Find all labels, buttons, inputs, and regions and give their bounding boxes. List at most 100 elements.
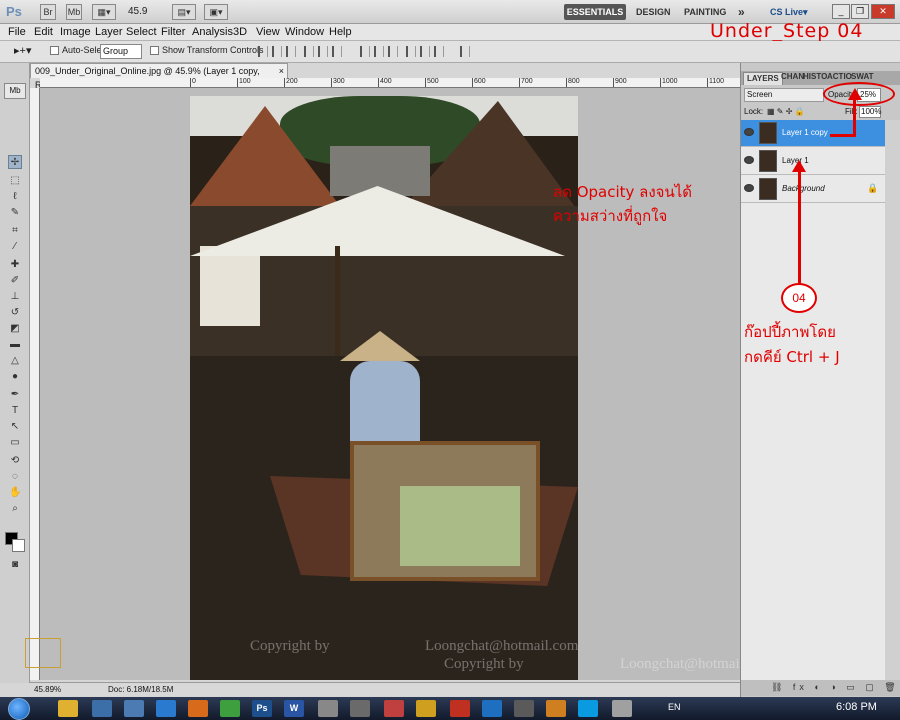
menu-select[interactable]: Select [126,26,157,38]
shape-tool-icon[interactable]: ▭ [8,435,22,449]
arrange-documents-icon[interactable]: ▤▾ [172,4,196,20]
quick-mask-icon[interactable]: ◙ [8,557,22,571]
mini-bridge-button[interactable]: Mb [66,4,82,20]
history-brush-tool-icon[interactable]: ↺ [8,305,22,319]
menu-help[interactable]: Help [329,26,352,38]
restore-icon[interactable]: ❐ [851,4,869,19]
app7-taskbar-icon[interactable] [482,700,502,717]
pen-tool-icon[interactable]: ✒ [8,387,22,401]
move-tool-icon[interactable]: ✢ [8,155,22,169]
menu-filter[interactable]: Filter [161,26,185,38]
clone-stamp-tool-icon[interactable]: ⊥ [8,289,22,303]
tab-swatches[interactable]: SWAT [851,72,874,81]
blur-tool-icon[interactable]: △ [8,353,22,367]
blend-mode-dropdown[interactable]: Screen [744,88,824,102]
brush-tool-icon[interactable]: ✐ [8,273,22,287]
marquee-tool-icon[interactable]: ⬚ [8,173,22,187]
fill-input[interactable]: 100% [859,106,881,118]
start-button[interactable] [8,698,30,720]
layer-list-scrollbar[interactable] [885,120,900,680]
layer-row-background[interactable]: Background 🔒 [741,176,885,203]
app4-taskbar-icon[interactable] [384,700,404,717]
minimize-icon[interactable]: _ [832,4,850,19]
mini-bridge-dock-icon[interactable]: Mb [4,83,26,99]
distribute-right-icon[interactable] [434,46,444,57]
align-top-icon[interactable] [258,46,268,57]
align-right-icon[interactable] [332,46,342,57]
close-icon[interactable]: ✕ [871,4,895,19]
visibility-eye-icon[interactable] [744,184,754,192]
system-clock[interactable]: 6:08 PM [836,701,877,713]
distribute-center-icon[interactable] [374,46,384,57]
lock-icons[interactable]: ▦ ✎ ✢ 🔒 [767,107,805,116]
workspace-painting[interactable]: PAINTING [684,4,726,20]
align-horizontal-center-icon[interactable] [318,46,328,57]
document-canvas[interactable]: ลด Opacity ลงจนได้ ความสว่างที่ถูกใจ [40,88,740,680]
3d-rotate-tool-icon[interactable]: ⟲ [8,453,22,467]
explorer-taskbar-icon[interactable] [58,700,78,717]
eraser-tool-icon[interactable]: ◩ [8,321,22,335]
screen-mode-icon[interactable]: ▣▾ [204,4,228,20]
menu-view[interactable]: View [256,26,280,38]
hand-tool-icon[interactable]: ✋ [8,485,22,499]
path-selection-tool-icon[interactable]: ↖ [8,419,22,433]
zoom-tool-icon[interactable]: ⌕ [8,501,22,515]
align-vertical-center-icon[interactable] [272,46,282,57]
app10-taskbar-icon[interactable] [612,700,632,717]
zoom-level-field[interactable]: 45.9 [128,4,162,20]
app3-taskbar-icon[interactable] [350,700,370,717]
gradient-tool-icon[interactable]: ▬ [8,337,22,351]
layer-row-layer1-copy[interactable]: Layer 1 copy [741,120,885,147]
menu-edit[interactable]: Edit [34,26,53,38]
menu-3d[interactable]: 3D [233,26,247,38]
word-taskbar-button[interactable]: W [284,700,304,717]
tab-channels[interactable]: CHAN [781,72,804,81]
workspace-design[interactable]: DESIGN [636,4,671,20]
healing-brush-tool-icon[interactable]: ✚ [8,257,22,271]
app2-taskbar-icon[interactable] [318,700,338,717]
distribute-left-icon[interactable] [406,46,416,57]
chrome-taskbar-icon[interactable] [220,700,240,717]
firefox-taskbar-icon[interactable] [188,700,208,717]
align-left-icon[interactable] [304,46,314,57]
tab-history[interactable]: HISTO [803,72,827,81]
visibility-eye-icon[interactable] [744,128,754,136]
language-indicator[interactable]: EN [668,702,681,712]
auto-select-type-dropdown[interactable]: Group [100,44,142,59]
document-tab[interactable]: 009_Under_Original_Online.jpg @ 45.9% (L… [30,63,288,90]
ps-taskbar-icon-1[interactable] [92,700,112,717]
auto-align-icon[interactable] [460,46,470,57]
menu-file[interactable]: File [8,26,26,38]
show-transform-checkbox[interactable]: Show Transform Controls [150,45,264,56]
photoshop-taskbar-button[interactable]: Ps [252,700,272,717]
workspace-more-button[interactable]: » [738,4,745,20]
distribute-hcenter-icon[interactable] [420,46,430,57]
eyedropper-tool-icon[interactable]: ⁄ [8,239,22,253]
layer-row-layer1[interactable]: Layer 1 [741,148,885,175]
distribute-bottom-icon[interactable] [388,46,398,57]
dodge-tool-icon[interactable]: ● [8,369,22,383]
app5-taskbar-icon[interactable] [416,700,436,717]
3d-orbit-tool-icon[interactable]: ◌ [8,469,22,483]
document-close-icon[interactable]: × [279,64,284,78]
cs-live-button[interactable]: CS Live▾ [770,4,808,20]
ie-taskbar-icon[interactable] [156,700,176,717]
menu-layer[interactable]: Layer [95,26,123,38]
quick-selection-tool-icon[interactable]: ✎ [8,205,22,219]
menu-window[interactable]: Window [285,26,324,38]
move-tool-preset-icon[interactable]: ▸+▾ [14,44,31,57]
workspace-essentials[interactable]: ESSENTIALS [564,4,626,20]
layer-panel-footer-icons[interactable]: ⛓ fx ◐ ◑ ▭ ▢ 🗑 [741,680,900,696]
app8-taskbar-icon[interactable] [514,700,534,717]
bridge-button[interactable]: Br [40,4,56,20]
type-tool-icon[interactable]: T [8,403,22,417]
crop-tool-icon[interactable]: ⌗ [8,223,22,237]
app-taskbar-icon[interactable] [124,700,144,717]
status-zoom[interactable]: 45.89% [34,683,61,696]
menu-analysis[interactable]: Analysis [192,26,233,38]
app9-taskbar-icon[interactable] [546,700,566,717]
align-bottom-icon[interactable] [286,46,296,57]
background-color-swatch[interactable] [12,539,25,552]
lasso-tool-icon[interactable]: ℓ [8,189,22,203]
tab-layers[interactable]: LAYERS [743,72,783,85]
